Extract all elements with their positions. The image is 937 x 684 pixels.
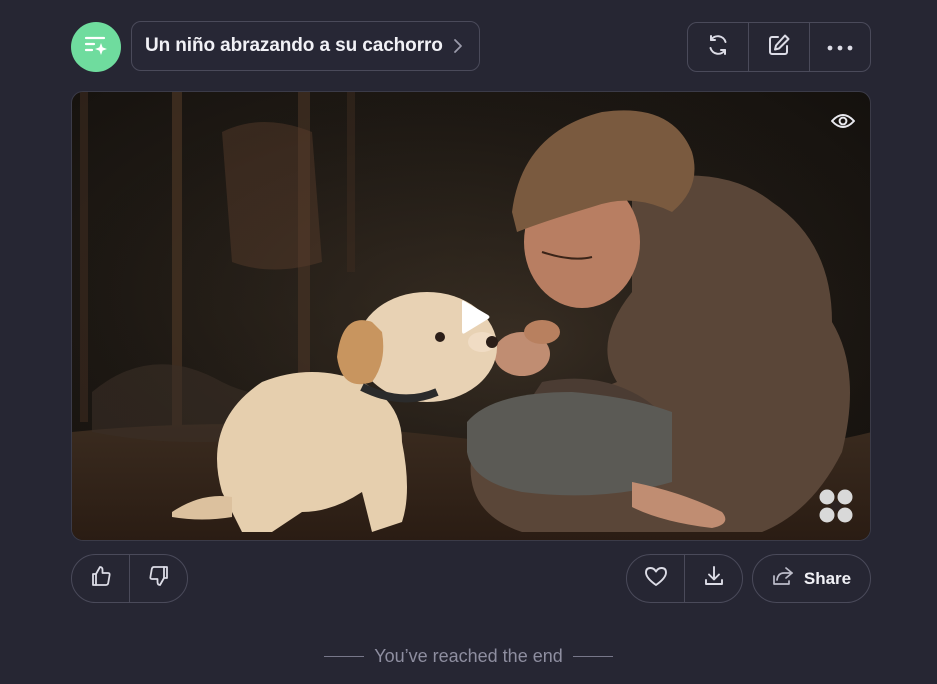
save-group <box>626 554 743 603</box>
more-horizontal-icon <box>827 38 853 56</box>
feedback-group <box>71 554 188 603</box>
eye-icon[interactable] <box>830 110 856 132</box>
share-icon <box>772 566 794 591</box>
chevron-right-icon <box>451 39 465 53</box>
end-of-feed-indicator: You’ve reached the end <box>0 644 937 668</box>
thumbs-down-icon <box>147 564 171 593</box>
more-button[interactable] <box>810 23 870 71</box>
play-icon[interactable] <box>458 297 492 337</box>
refresh-icon <box>706 33 730 62</box>
dislike-button[interactable] <box>130 555 187 602</box>
divider-line <box>572 655 613 657</box>
brand-logo-icon <box>818 488 854 524</box>
generator-avatar <box>71 22 121 72</box>
edit-button[interactable] <box>749 23 810 71</box>
like-button[interactable] <box>72 555 130 602</box>
edit-icon <box>767 33 791 62</box>
regenerate-button[interactable] <box>688 23 749 71</box>
toolbar <box>687 22 871 72</box>
thumbs-up-icon <box>89 564 113 593</box>
heart-icon <box>644 565 668 592</box>
prompt-title-button[interactable]: Un niño abrazando a su cachorro <box>131 21 480 71</box>
sparkle-list-icon <box>83 32 109 63</box>
download-button[interactable] <box>685 555 742 602</box>
prompt-text: Un niño abrazando a su cachorro <box>145 35 443 56</box>
download-icon <box>703 565 725 592</box>
favorite-button[interactable] <box>627 555 685 602</box>
generation-card: Un niño abrazando a su cachorro Share Yo… <box>0 0 937 684</box>
end-of-feed-text: You’ve reached the end <box>374 645 563 666</box>
share-button[interactable]: Share <box>752 554 871 603</box>
share-label: Share <box>803 568 852 588</box>
generated-video-preview[interactable] <box>71 91 871 541</box>
divider-line <box>324 655 365 657</box>
